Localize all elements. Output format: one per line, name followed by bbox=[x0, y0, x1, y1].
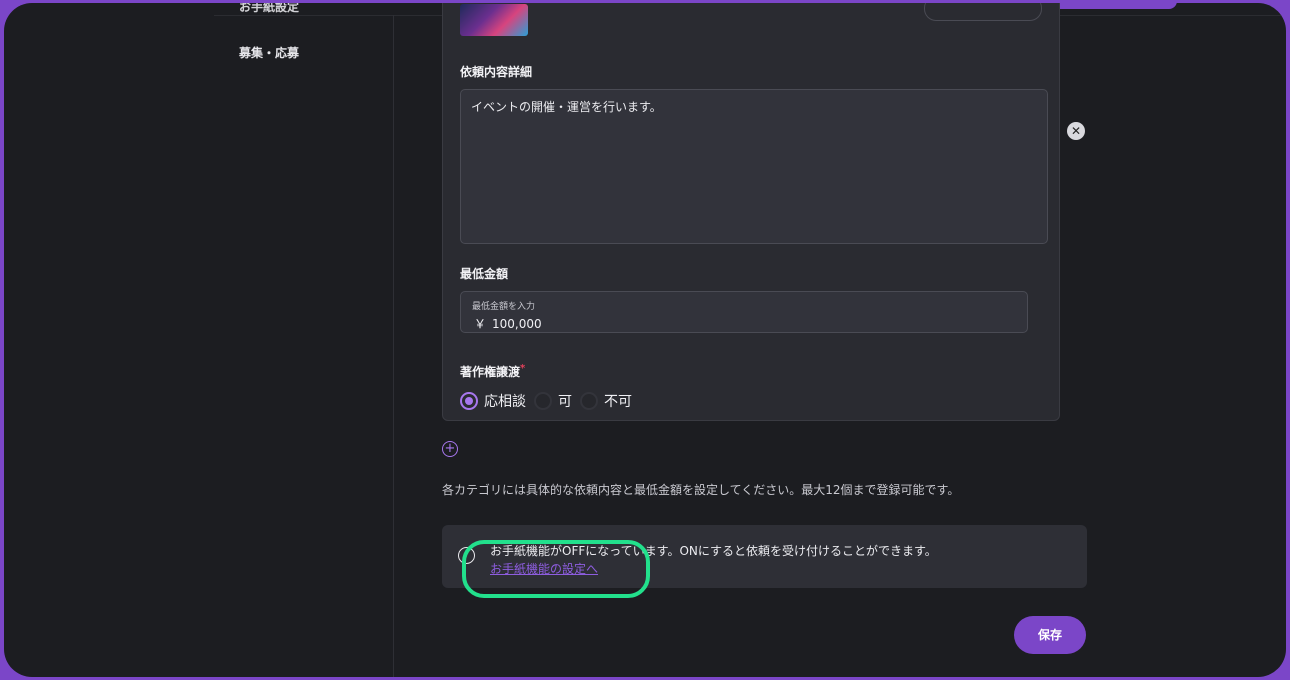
radio-label-allowed[interactable]: 可 bbox=[558, 391, 572, 411]
radio-negotiable[interactable] bbox=[460, 392, 478, 410]
info-circle-icon bbox=[458, 547, 475, 564]
min-amount-placeholder: 最低金額を入力 bbox=[472, 302, 536, 312]
min-amount-number: 100,000 bbox=[492, 317, 542, 331]
radio-label-negotiable[interactable]: 応相談 bbox=[484, 391, 526, 411]
min-amount-label: 最低金額 bbox=[460, 267, 509, 281]
app-frame: お手紙設定 募集・応募 依頼内容詳細 イベントの開催・運営を行います。 最低金額… bbox=[4, 3, 1286, 677]
help-text: 各カテゴリには具体的な依頼内容と最低金額を設定してください。最大12個まで登録可… bbox=[442, 483, 960, 497]
min-amount-field[interactable]: 最低金額を入力 ￥ 100,000 bbox=[460, 291, 1028, 333]
radio-allowed[interactable] bbox=[534, 392, 552, 410]
notice-text: お手紙機能がOFFになっています。ONにすると依頼を受け付けることができます。 bbox=[490, 544, 937, 558]
currency-symbol: ￥ bbox=[474, 317, 487, 331]
copyright-label: 著作権譲渡* bbox=[460, 363, 525, 380]
sidebar-divider bbox=[393, 15, 394, 677]
sidebar-item-letter-settings[interactable]: お手紙設定 bbox=[239, 3, 299, 15]
thumbnail-change-button[interactable] bbox=[924, 3, 1042, 21]
detail-textarea[interactable]: イベントの開催・運営を行います。 bbox=[460, 89, 1048, 244]
copyright-radio-group: 応相談 可 不可 bbox=[460, 390, 640, 412]
request-category-card: 依頼内容詳細 イベントの開催・運営を行います。 最低金額 最低金額を入力 ￥ 10… bbox=[442, 3, 1060, 421]
min-amount-value: ￥ 100,000 bbox=[474, 315, 542, 332]
close-icon[interactable]: ✕ bbox=[1067, 122, 1085, 140]
save-button[interactable]: 保存 bbox=[1014, 616, 1086, 654]
radio-label-not-allowed[interactable]: 不可 bbox=[604, 391, 632, 411]
letter-settings-link[interactable]: お手紙機能の設定へ bbox=[490, 560, 598, 577]
category-thumbnail bbox=[460, 4, 528, 36]
copyright-label-text: 著作権譲渡 bbox=[460, 365, 521, 379]
detail-text: イベントの開催・運営を行います。 bbox=[471, 100, 662, 114]
plus-circle-icon[interactable]: + bbox=[442, 441, 458, 457]
sidebar-item-recruit[interactable]: 募集・応募 bbox=[239, 44, 299, 61]
detail-label: 依頼内容詳細 bbox=[460, 65, 533, 79]
required-mark: * bbox=[520, 363, 526, 374]
letter-feature-notice: お手紙機能がOFFになっています。ONにすると依頼を受け付けることができます。 … bbox=[442, 525, 1087, 588]
radio-not-allowed[interactable] bbox=[580, 392, 598, 410]
top-accent-button[interactable] bbox=[1049, 3, 1177, 9]
